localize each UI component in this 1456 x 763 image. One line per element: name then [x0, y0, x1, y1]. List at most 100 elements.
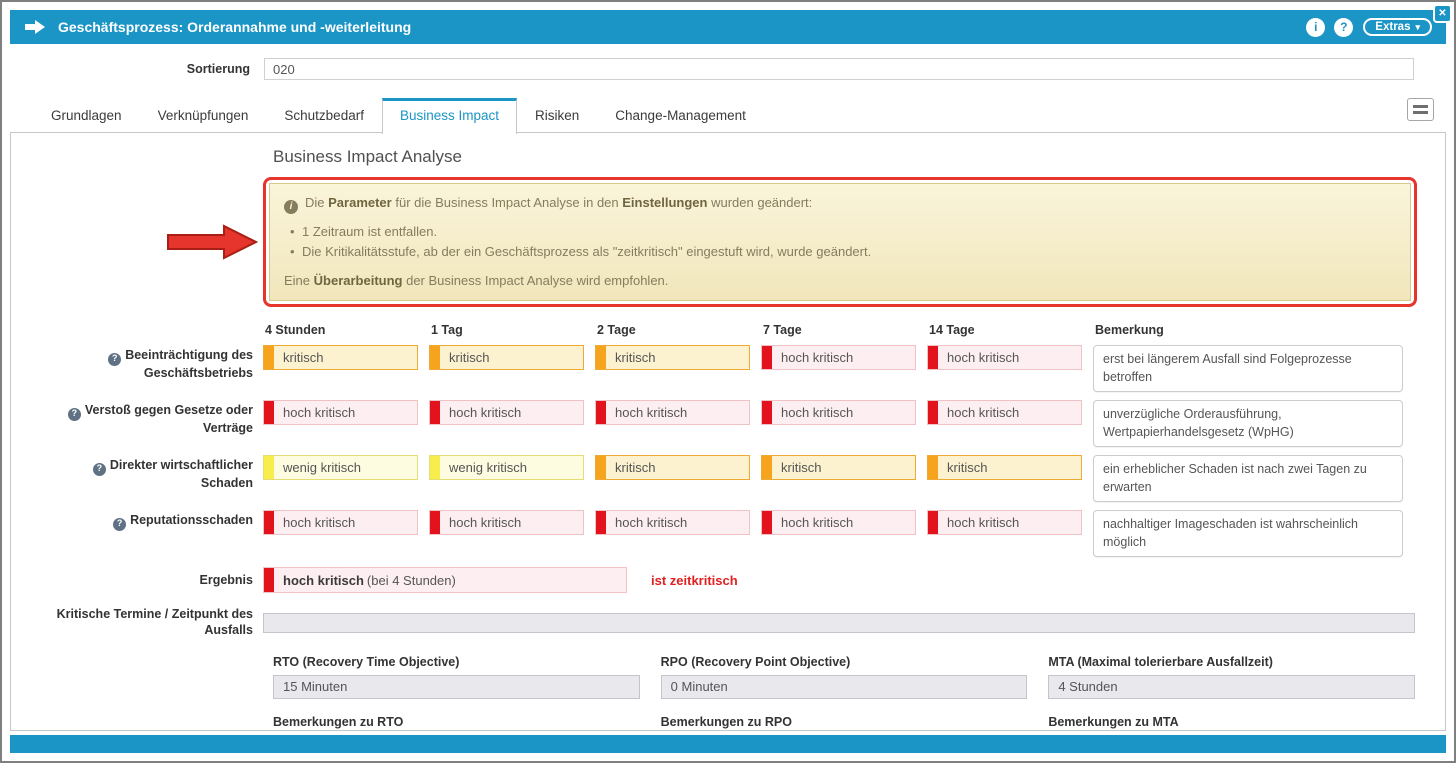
criticality-cell[interactable]: hoch kritisch: [761, 345, 916, 370]
rto-field: [273, 675, 640, 699]
row-label: ? Direkter wirtschaftlicher Schaden: [11, 455, 263, 491]
help-icon[interactable]: ?: [68, 408, 81, 421]
criticality-cell[interactable]: hoch kritisch: [595, 400, 750, 425]
criticality-value: kritisch: [781, 460, 821, 475]
column-header-14-tage: 14 Tage: [927, 323, 1082, 337]
tab-risiken[interactable]: Risiken: [517, 98, 597, 133]
recovery-section: RTO (Recovery Time Objective) Bemerkunge…: [273, 639, 1415, 731]
criticality-value: wenig kritisch: [449, 460, 527, 475]
business-impact-panel: Business Impact Analyse iDie Parameter f…: [10, 132, 1446, 731]
criticality-value: hoch kritisch: [781, 515, 853, 530]
bemerkung-box[interactable]: unverzügliche Orderausführung, Wertpapie…: [1093, 400, 1403, 447]
view-toggle-button[interactable]: [1407, 98, 1434, 121]
table-row: ?Beeinträchtigung des Geschäftsbetriebs …: [11, 345, 1445, 392]
tab-change-management[interactable]: Change-Management: [597, 98, 764, 133]
tab-grundlagen[interactable]: Grundlagen: [33, 98, 140, 133]
criticality-value: hoch kritisch: [947, 515, 1019, 530]
criticality-cell[interactable]: hoch kritisch: [927, 345, 1082, 370]
criticality-cell[interactable]: kritisch: [761, 455, 916, 480]
rpo-bemerkung-label: Bemerkungen zu RPO: [661, 715, 1028, 729]
sortierung-row: Sortierung: [10, 58, 1446, 80]
mta-bemerkung-label: Bemerkungen zu MTA: [1048, 715, 1415, 729]
notice-annotation-frame: iDie Parameter für die Business Impact A…: [263, 177, 1417, 307]
bemerkung-box[interactable]: erst bei längerem Ausfall sind Folgeproz…: [1093, 345, 1403, 392]
rpo-column: RPO (Recovery Point Objective) Bemerkung…: [661, 639, 1028, 731]
help-icon[interactable]: ?: [113, 518, 126, 531]
sortierung-label: Sortierung: [10, 62, 250, 76]
bemerkung-box[interactable]: ein erheblicher Schaden ist nach zwei Ta…: [1093, 455, 1403, 502]
criticality-cell[interactable]: kritisch: [927, 455, 1082, 480]
rpo-field: [661, 675, 1028, 699]
criticality-cell[interactable]: hoch kritisch: [595, 510, 750, 535]
criticality-cell[interactable]: hoch kritisch: [429, 510, 584, 535]
notice-footer-text: der Business Impact Analyse wird empfohl…: [402, 273, 668, 288]
close-button[interactable]: ✕: [1433, 4, 1452, 23]
annotation-arrow-icon: [166, 224, 258, 265]
sortierung-input[interactable]: [264, 58, 1414, 80]
column-header-2-tage: 2 Tage: [595, 323, 750, 337]
criticality-cell[interactable]: hoch kritisch: [263, 400, 418, 425]
info-icon: i: [1314, 20, 1317, 34]
criticality-value: hoch kritisch: [449, 515, 521, 530]
tab-business-impact[interactable]: Business Impact: [382, 98, 517, 134]
page-title: Geschäftsprozess: Orderannahme und -weit…: [58, 19, 411, 35]
tab-schutzbedarf[interactable]: Schutzbedarf: [266, 98, 382, 133]
app-arrow-icon: [24, 19, 46, 35]
ergebnis-row: Ergebnis hoch kritisch (bei 4 Stunden) i…: [11, 567, 1445, 593]
chevron-down-icon: ▾: [1415, 22, 1420, 33]
change-notice: iDie Parameter für die Business Impact A…: [269, 183, 1411, 301]
criticality-value: kritisch: [947, 460, 987, 475]
criticality-cell[interactable]: hoch kritisch: [927, 400, 1082, 425]
criticality-cell[interactable]: wenig kritisch: [429, 455, 584, 480]
mta-field: [1048, 675, 1415, 699]
column-header-1-tag: 1 Tag: [429, 323, 584, 337]
criticality-cell[interactable]: hoch kritisch: [429, 400, 584, 425]
criticality-value: hoch kritisch: [781, 405, 853, 420]
criticality-cell[interactable]: hoch kritisch: [761, 510, 916, 535]
kritische-termine-row: Kritische Termine / Zeitpunkt des Ausfal…: [11, 607, 1415, 638]
list-icon: [1413, 105, 1428, 108]
ergebnis-value-rest: (bei 4 Stunden): [367, 573, 456, 588]
criticality-cell[interactable]: hoch kritisch: [761, 400, 916, 425]
help-icon[interactable]: ?: [108, 353, 121, 366]
extras-button[interactable]: Extras ▾: [1363, 18, 1432, 36]
criticality-cell[interactable]: kritisch: [263, 345, 418, 370]
criticality-value: hoch kritisch: [615, 405, 687, 420]
kritische-termine-label: Kritische Termine / Zeitpunkt des Ausfal…: [11, 607, 263, 638]
info-button[interactable]: i: [1306, 18, 1325, 37]
help-button[interactable]: ?: [1334, 18, 1353, 37]
section-heading: Business Impact Analyse: [273, 147, 1445, 167]
rpo-label: RPO (Recovery Point Objective): [661, 655, 1028, 669]
rto-column: RTO (Recovery Time Objective) Bemerkunge…: [273, 639, 640, 731]
table-row: ? Verstoß gegen Gesetze oder Verträge hoc…: [11, 400, 1445, 447]
criticality-cell[interactable]: kritisch: [595, 345, 750, 370]
help-icon[interactable]: ?: [93, 463, 106, 476]
criticality-value: kritisch: [449, 350, 489, 365]
criticality-cell[interactable]: kritisch: [595, 455, 750, 480]
notice-footer: Eine Überarbeitung der Business Impact A…: [284, 272, 1396, 291]
row-label: ?Reputationsschaden: [11, 510, 263, 530]
notice-footer-bold: Überarbeitung: [314, 273, 403, 288]
criticality-cell[interactable]: kritisch: [429, 345, 584, 370]
rto-bemerkung-label: Bemerkungen zu RTO: [273, 715, 640, 729]
column-header-bemerkung: Bemerkung: [1093, 323, 1403, 337]
tab-verknuepfungen[interactable]: Verknüpfungen: [140, 98, 267, 133]
criticality-value: wenig kritisch: [283, 460, 361, 475]
notice-bullet: Die Kritikalitätsstufe, ab der ein Gesch…: [288, 242, 1396, 262]
notice-intro: iDie Parameter für die Business Impact A…: [284, 194, 1396, 214]
bemerkung-box[interactable]: nachhaltiger Imageschaden ist wahrschein…: [1093, 510, 1403, 557]
column-header-7-tage: 7 Tage: [761, 323, 916, 337]
kritische-termine-input: [263, 613, 1415, 633]
row-label-text: Verstoß gegen Gesetze oder Verträge: [85, 403, 253, 434]
notice-bullet-list: 1 Zeitraum ist entfallen. Die Kritikalit…: [288, 222, 1396, 262]
row-label: ? Verstoß gegen Gesetze oder Verträge: [11, 400, 263, 436]
notice-intro-text: für die Business Impact Analyse in den: [392, 195, 623, 210]
tab-strip: Grundlagen Verknüpfungen Schutzbedarf Bu…: [33, 98, 764, 133]
criticality-cell[interactable]: hoch kritisch: [927, 510, 1082, 535]
criticality-cell[interactable]: wenig kritisch: [263, 455, 418, 480]
row-label-text: Direkter wirtschaftlicher Schaden: [110, 458, 253, 489]
criticality-cell[interactable]: hoch kritisch: [263, 510, 418, 535]
table-row: ? Direkter wirtschaftlicher Schaden wenig…: [11, 455, 1445, 502]
notice-intro-bold: Parameter: [328, 195, 392, 210]
app-window: Geschäftsprozess: Orderannahme und -weit…: [0, 0, 1456, 763]
